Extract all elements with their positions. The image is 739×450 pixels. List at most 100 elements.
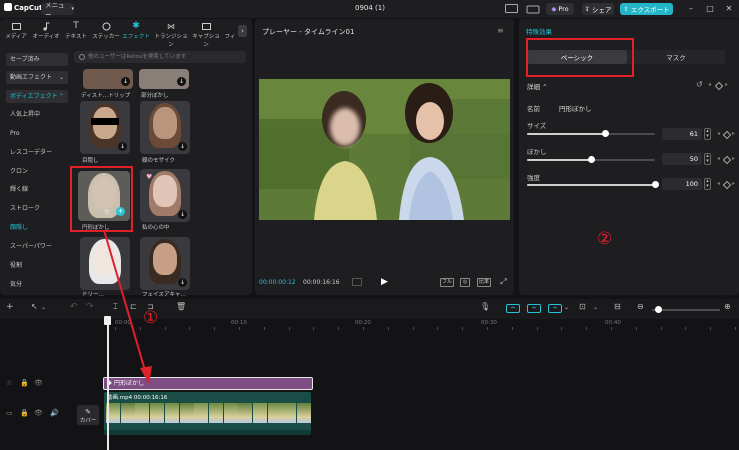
layout-icon[interactable] bbox=[505, 4, 518, 13]
blur-input[interactable]: 50 bbox=[662, 153, 702, 165]
keyframe-prev-icon[interactable]: ◂ bbox=[717, 180, 720, 187]
tab-text[interactable]: T テキスト bbox=[62, 22, 90, 41]
effect-thumb[interactable]: ↓ bbox=[83, 69, 133, 89]
blur-stepper[interactable]: ▴ ▾ bbox=[704, 153, 711, 165]
share-button[interactable]: ⇪ シェア bbox=[582, 3, 614, 15]
strength-stepper[interactable]: ▴ ▾ bbox=[704, 178, 711, 190]
blur-slider[interactable] bbox=[527, 156, 655, 163]
fullscreen-icon[interactable]: ⤢ bbox=[499, 278, 508, 287]
tab-captions[interactable]: キャプション bbox=[190, 22, 222, 48]
tab-transitions[interactable]: ⋈ トランジション bbox=[154, 22, 188, 48]
audio-icon bbox=[42, 22, 49, 31]
effect-thumb-in-my-heart[interactable]: ♥ ↓ bbox=[140, 169, 190, 222]
zoom-slider[interactable] bbox=[652, 306, 720, 313]
zoom-in-icon[interactable]: ⊕ bbox=[724, 302, 731, 311]
audio-icon[interactable]: 🔊 bbox=[50, 409, 59, 417]
strength-slider[interactable] bbox=[527, 181, 659, 188]
effect-thumb-blindfold[interactable]: ↓ bbox=[80, 101, 130, 154]
tab-effects[interactable]: ✱ エフェクト bbox=[122, 22, 150, 41]
search-input[interactable]: 他のユーザーはRetouを検索しています bbox=[74, 51, 246, 63]
chevron-down-icon[interactable]: ⌄ bbox=[564, 304, 569, 311]
keyframe-next-icon[interactable]: ▸ bbox=[732, 130, 735, 137]
zoom-out-icon[interactable]: ⊖ bbox=[637, 302, 644, 311]
reset-icon[interactable]: ↺ bbox=[696, 80, 703, 89]
tab-sticker[interactable]: ステッカー bbox=[92, 22, 120, 40]
main-track-magnet-icon[interactable]: ⇔ bbox=[506, 304, 520, 313]
category-pro[interactable]: Pro bbox=[6, 127, 68, 140]
ratio-button[interactable]: 比率 bbox=[477, 278, 491, 287]
slider-handle[interactable] bbox=[602, 130, 610, 137]
category-item[interactable]: レスコーデター bbox=[6, 146, 68, 159]
video-preview[interactable] bbox=[259, 79, 510, 220]
category-item[interactable]: 輝く線 bbox=[6, 183, 68, 196]
select-tool-icon[interactable]: ↖ bbox=[31, 302, 38, 311]
tab-mask[interactable]: マスク bbox=[627, 50, 725, 64]
category-superpower[interactable]: スーパーパワー bbox=[6, 240, 68, 253]
size-input[interactable]: 61 bbox=[662, 128, 702, 140]
size-slider[interactable] bbox=[527, 130, 655, 137]
category-saved[interactable]: セーブ済み bbox=[6, 53, 68, 66]
category-body-effects[interactable]: ボディエフェクト ⌃ bbox=[6, 90, 68, 103]
keyboard-icon[interactable] bbox=[526, 4, 540, 14]
grid-icon[interactable] bbox=[352, 278, 362, 286]
eye-icon[interactable]: 👁 bbox=[34, 379, 43, 387]
lock-icon[interactable]: 🔒 bbox=[20, 409, 29, 417]
crop-icon[interactable]: ◎ bbox=[460, 278, 470, 287]
effect-thumb[interactable]: ↓ bbox=[139, 69, 189, 89]
export-button[interactable]: ⇧ エクスポート bbox=[620, 3, 673, 15]
fit-timeline-icon[interactable]: ⊟ bbox=[614, 302, 621, 311]
strength-input[interactable]: 100 bbox=[662, 178, 702, 190]
preview-axis-icon[interactable]: ⊡ bbox=[579, 302, 586, 311]
category-trending[interactable]: 人気上昇中 bbox=[6, 108, 68, 121]
detail-section-toggle[interactable]: 詳細 ⌃ bbox=[527, 81, 548, 91]
keyframe-prev-icon[interactable]: ◂ bbox=[717, 130, 720, 137]
tab-audio[interactable]: オーディオ bbox=[32, 22, 60, 40]
keyframe-icon[interactable] bbox=[722, 155, 732, 165]
slider-handle[interactable] bbox=[652, 181, 659, 188]
video-clip[interactable]: 動画.mp4 00:00:16:16 bbox=[104, 392, 311, 435]
slider-handle[interactable] bbox=[588, 156, 595, 163]
add-track-icon[interactable]: + bbox=[6, 302, 14, 312]
keyframe-prev-icon[interactable]: ◂ bbox=[717, 155, 720, 162]
tab-filters[interactable]: フィ bbox=[224, 22, 236, 40]
chevron-down-icon[interactable]: ⌄ bbox=[41, 304, 46, 311]
maximize-icon[interactable]: □ bbox=[704, 3, 716, 15]
category-role[interactable]: 役割 bbox=[6, 259, 68, 272]
keyframe-prev-icon[interactable]: ◂ bbox=[708, 81, 711, 88]
minimize-icon[interactable]: – bbox=[685, 3, 697, 15]
size-stepper[interactable]: ▴ ▾ bbox=[704, 128, 711, 140]
delete-icon[interactable]: 🗑 bbox=[176, 302, 186, 311]
category-stroke[interactable]: ストローク bbox=[6, 202, 68, 215]
linkage-icon[interactable]: ⇔ bbox=[548, 304, 562, 313]
cover-button[interactable]: ✎ カバー bbox=[77, 405, 99, 425]
keyframe-icon[interactable] bbox=[722, 130, 732, 140]
pro-button[interactable]: ◆ Pro bbox=[546, 3, 574, 15]
keyframe-next-icon[interactable]: ▸ bbox=[732, 155, 735, 162]
eye-icon[interactable]: 👁 bbox=[34, 409, 43, 417]
category-video-effects[interactable]: 動画エフェクト ⌄ bbox=[6, 71, 68, 84]
menu-button[interactable]: メニュー ▾ bbox=[41, 1, 74, 19]
tab-media[interactable]: メディア bbox=[2, 22, 30, 40]
hamburger-icon[interactable]: ≡ bbox=[497, 26, 504, 35]
ruler-tick bbox=[363, 327, 364, 330]
category-face-hide[interactable]: 顔隠し bbox=[6, 221, 68, 234]
category-item[interactable]: クロン bbox=[6, 165, 68, 178]
keyframe-next-icon[interactable]: ▸ bbox=[725, 81, 728, 88]
play-button[interactable]: ▶ bbox=[381, 277, 388, 287]
microphone-icon[interactable]: 🎙 bbox=[480, 302, 490, 311]
keyframe-icon[interactable] bbox=[714, 81, 724, 91]
lock-icon[interactable]: 🔒 bbox=[20, 379, 29, 387]
chevron-right-icon[interactable]: › bbox=[238, 25, 247, 37]
chevron-down-icon[interactable]: ⌄ bbox=[593, 304, 598, 311]
auto-snap-icon[interactable]: ⇔ bbox=[527, 304, 541, 313]
category-mood[interactable]: 気分 bbox=[6, 278, 68, 291]
effect-thumb-face-mosaic[interactable]: ↓ bbox=[140, 101, 190, 154]
time-ruler[interactable]: 00:00 00:10 00:20 00:30 00:40 bbox=[75, 319, 739, 331]
keyframe-icon[interactable] bbox=[722, 180, 732, 190]
undo-icon[interactable]: ↶ bbox=[70, 302, 78, 312]
zoom-slider-handle[interactable] bbox=[655, 306, 662, 313]
fit-button[interactable]: フル bbox=[440, 278, 454, 287]
close-icon[interactable]: ✕ bbox=[723, 3, 735, 15]
redo-icon[interactable]: ↷ bbox=[86, 302, 94, 312]
keyframe-next-icon[interactable]: ▸ bbox=[732, 180, 735, 187]
